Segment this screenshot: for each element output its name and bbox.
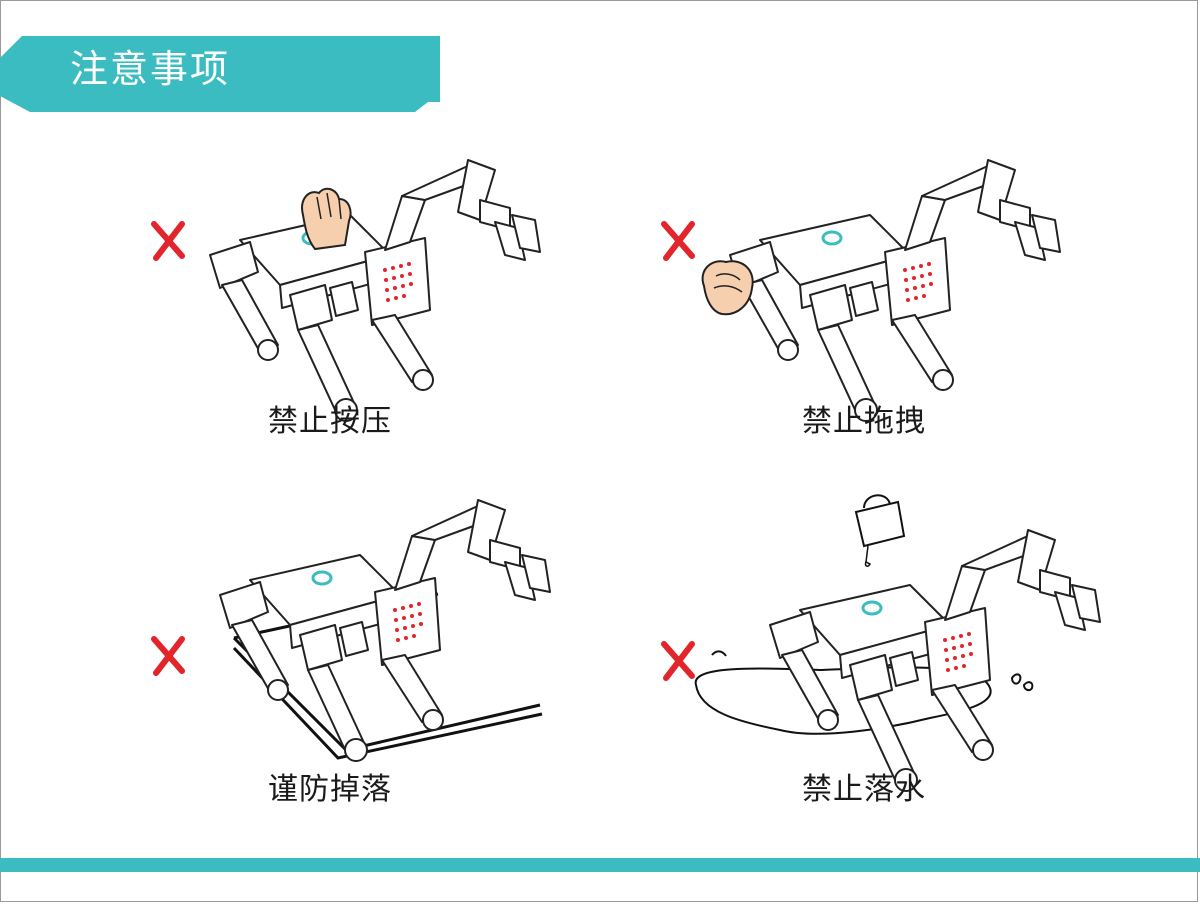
forbidden-x-icon	[150, 635, 190, 677]
forbidden-x-icon	[150, 220, 190, 262]
pressing-hand-icon	[301, 187, 352, 251]
pouring-kettle-icon	[854, 494, 906, 567]
caption-no-press: 禁止按压	[268, 404, 392, 439]
grabbing-hand-icon	[701, 260, 754, 316]
forbidden-x-icon	[660, 220, 700, 262]
caption-prevent-fall: 谨防掉落	[268, 772, 392, 807]
forbidden-x-icon	[660, 640, 700, 682]
panel-no-water	[660, 490, 1102, 793]
footer-bar	[0, 858, 1200, 872]
caption-no-water: 禁止落水	[802, 772, 926, 807]
panel-prevent-fall	[150, 498, 570, 800]
caption-no-drag: 禁止拖拽	[802, 404, 926, 439]
page-title: 注意事项	[70, 47, 231, 91]
